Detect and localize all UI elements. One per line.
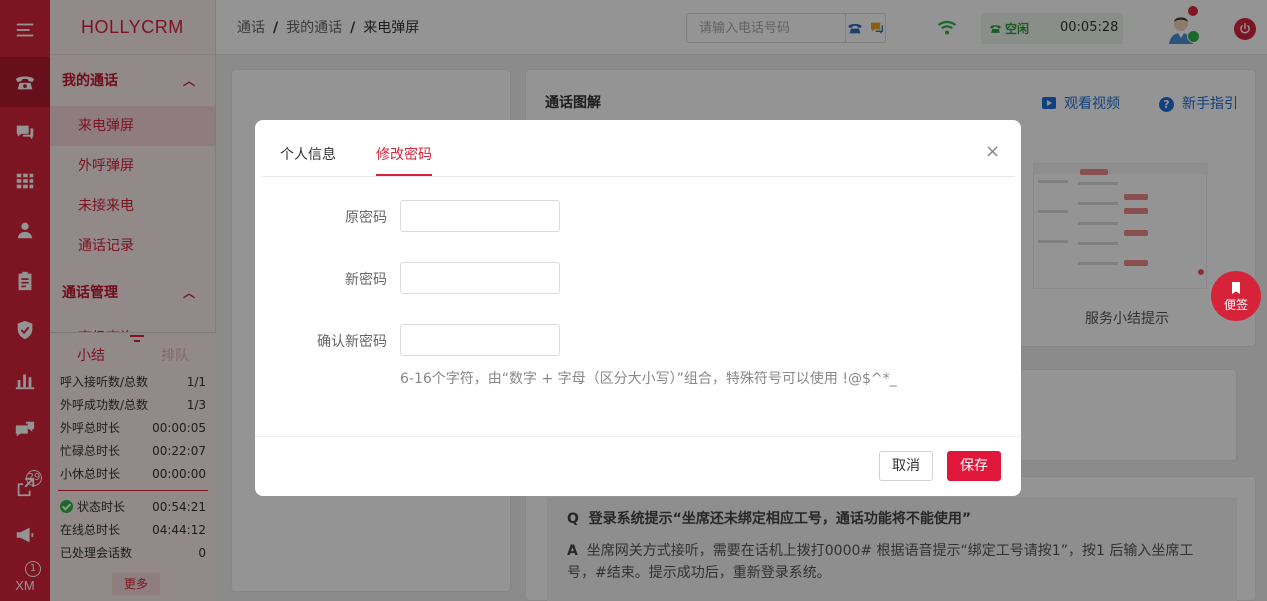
tab-change-password[interactable]: 修改密码 [376,144,432,164]
new-password-label: 新密码 [345,272,387,288]
old-password-label: 原密码 [345,210,387,226]
confirm-password-input[interactable] [400,324,560,356]
footer-divider [255,436,1021,437]
active-tab-indicator [376,174,432,176]
close-icon[interactable]: × [985,143,1000,161]
sticky-note-button[interactable]: 便签 [1211,271,1261,321]
save-button[interactable]: 保存 [947,451,1001,481]
bookmark-icon [1232,281,1240,294]
password-hint: 6-16个字符，由“数字 + 字母（区分大小写）”组合，特殊符号可以使用 !@$… [400,371,897,387]
new-password-input[interactable] [400,262,560,294]
change-password-dialog: 个人信息 修改密码 × 原密码 新密码 确认新密码 6-16个字符，由“数字 +… [255,120,1021,496]
old-password-input[interactable] [400,200,560,232]
tab-personal-info[interactable]: 个人信息 [280,144,336,164]
confirm-password-label: 确认新密码 [317,334,387,350]
cancel-button[interactable]: 取消 [879,451,933,481]
dialog-tabs: 个人信息 修改密码 [261,120,1015,177]
